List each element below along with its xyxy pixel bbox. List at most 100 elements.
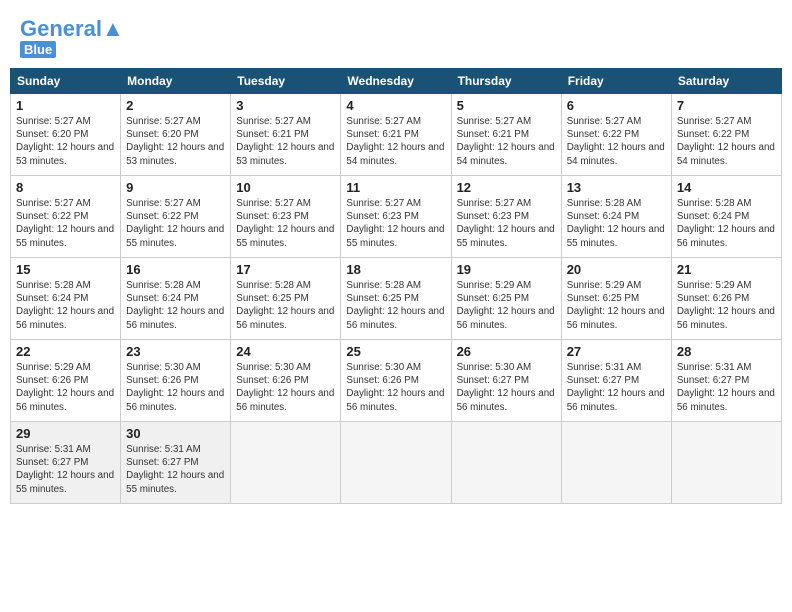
day-number: 27 [567, 344, 666, 359]
logo-blue: Blue [20, 41, 56, 58]
day-info: Sunrise: 5:27 AM Sunset: 6:20 PM Dayligh… [126, 115, 225, 168]
day-info: Sunrise: 5:31 AM Sunset: 6:27 PM Dayligh… [16, 443, 115, 496]
day-number: 2 [126, 98, 225, 113]
weekday-header-row: Sunday Monday Tuesday Wednesday Thursday… [11, 69, 782, 94]
day-cell-15: 15 Sunrise: 5:28 AM Sunset: 6:24 PM Dayl… [11, 258, 121, 340]
day-number: 23 [126, 344, 225, 359]
empty-cell [561, 422, 671, 504]
day-cell-5: 5 Sunrise: 5:27 AM Sunset: 6:21 PM Dayli… [451, 94, 561, 176]
day-number: 6 [567, 98, 666, 113]
day-number: 8 [16, 180, 115, 195]
day-number: 26 [457, 344, 556, 359]
day-cell-20: 20 Sunrise: 5:29 AM Sunset: 6:25 PM Dayl… [561, 258, 671, 340]
day-info: Sunrise: 5:27 AM Sunset: 6:21 PM Dayligh… [346, 115, 445, 168]
day-number: 11 [346, 180, 445, 195]
day-info: Sunrise: 5:30 AM Sunset: 6:26 PM Dayligh… [346, 361, 445, 414]
day-info: Sunrise: 5:27 AM Sunset: 6:22 PM Dayligh… [677, 115, 776, 168]
day-cell-8: 8 Sunrise: 5:27 AM Sunset: 6:22 PM Dayli… [11, 176, 121, 258]
day-info: Sunrise: 5:28 AM Sunset: 6:25 PM Dayligh… [236, 279, 335, 332]
day-info: Sunrise: 5:30 AM Sunset: 6:27 PM Dayligh… [457, 361, 556, 414]
day-info: Sunrise: 5:27 AM Sunset: 6:22 PM Dayligh… [16, 197, 115, 250]
empty-cell [671, 422, 781, 504]
header-saturday: Saturday [671, 69, 781, 94]
day-cell-19: 19 Sunrise: 5:29 AM Sunset: 6:25 PM Dayl… [451, 258, 561, 340]
logo-general: General [20, 16, 102, 41]
day-cell-4: 4 Sunrise: 5:27 AM Sunset: 6:21 PM Dayli… [341, 94, 451, 176]
day-cell-24: 24 Sunrise: 5:30 AM Sunset: 6:26 PM Dayl… [231, 340, 341, 422]
day-info: Sunrise: 5:30 AM Sunset: 6:26 PM Dayligh… [126, 361, 225, 414]
day-number: 20 [567, 262, 666, 277]
week-row-4: 22 Sunrise: 5:29 AM Sunset: 6:26 PM Dayl… [11, 340, 782, 422]
day-number: 4 [346, 98, 445, 113]
day-info: Sunrise: 5:27 AM Sunset: 6:22 PM Dayligh… [567, 115, 666, 168]
day-cell-23: 23 Sunrise: 5:30 AM Sunset: 6:26 PM Dayl… [121, 340, 231, 422]
empty-cell [451, 422, 561, 504]
header-wednesday: Wednesday [341, 69, 451, 94]
page-header: General▲ Blue [10, 10, 782, 62]
day-cell-22: 22 Sunrise: 5:29 AM Sunset: 6:26 PM Dayl… [11, 340, 121, 422]
day-cell-30: 30 Sunrise: 5:31 AM Sunset: 6:27 PM Dayl… [121, 422, 231, 504]
day-cell-3: 3 Sunrise: 5:27 AM Sunset: 6:21 PM Dayli… [231, 94, 341, 176]
day-number: 21 [677, 262, 776, 277]
day-info: Sunrise: 5:28 AM Sunset: 6:24 PM Dayligh… [16, 279, 115, 332]
header-monday: Monday [121, 69, 231, 94]
day-info: Sunrise: 5:29 AM Sunset: 6:25 PM Dayligh… [457, 279, 556, 332]
header-thursday: Thursday [451, 69, 561, 94]
day-number: 30 [126, 426, 225, 441]
day-number: 13 [567, 180, 666, 195]
day-info: Sunrise: 5:27 AM Sunset: 6:21 PM Dayligh… [457, 115, 556, 168]
day-cell-26: 26 Sunrise: 5:30 AM Sunset: 6:27 PM Dayl… [451, 340, 561, 422]
day-number: 19 [457, 262, 556, 277]
header-tuesday: Tuesday [231, 69, 341, 94]
day-info: Sunrise: 5:27 AM Sunset: 6:21 PM Dayligh… [236, 115, 335, 168]
day-number: 24 [236, 344, 335, 359]
day-info: Sunrise: 5:31 AM Sunset: 6:27 PM Dayligh… [126, 443, 225, 496]
day-info: Sunrise: 5:28 AM Sunset: 6:24 PM Dayligh… [126, 279, 225, 332]
day-info: Sunrise: 5:28 AM Sunset: 6:24 PM Dayligh… [567, 197, 666, 250]
day-cell-27: 27 Sunrise: 5:31 AM Sunset: 6:27 PM Dayl… [561, 340, 671, 422]
day-number: 16 [126, 262, 225, 277]
header-sunday: Sunday [11, 69, 121, 94]
day-cell-13: 13 Sunrise: 5:28 AM Sunset: 6:24 PM Dayl… [561, 176, 671, 258]
day-number: 5 [457, 98, 556, 113]
day-info: Sunrise: 5:31 AM Sunset: 6:27 PM Dayligh… [677, 361, 776, 414]
day-cell-16: 16 Sunrise: 5:28 AM Sunset: 6:24 PM Dayl… [121, 258, 231, 340]
day-number: 22 [16, 344, 115, 359]
day-number: 25 [346, 344, 445, 359]
day-cell-18: 18 Sunrise: 5:28 AM Sunset: 6:25 PM Dayl… [341, 258, 451, 340]
day-number: 10 [236, 180, 335, 195]
day-cell-25: 25 Sunrise: 5:30 AM Sunset: 6:26 PM Dayl… [341, 340, 451, 422]
logo-flag: ▲ [102, 16, 124, 41]
day-cell-6: 6 Sunrise: 5:27 AM Sunset: 6:22 PM Dayli… [561, 94, 671, 176]
day-info: Sunrise: 5:30 AM Sunset: 6:26 PM Dayligh… [236, 361, 335, 414]
day-cell-21: 21 Sunrise: 5:29 AM Sunset: 6:26 PM Dayl… [671, 258, 781, 340]
day-cell-9: 9 Sunrise: 5:27 AM Sunset: 6:22 PM Dayli… [121, 176, 231, 258]
day-number: 28 [677, 344, 776, 359]
week-row-3: 15 Sunrise: 5:28 AM Sunset: 6:24 PM Dayl… [11, 258, 782, 340]
day-cell-12: 12 Sunrise: 5:27 AM Sunset: 6:23 PM Dayl… [451, 176, 561, 258]
day-number: 1 [16, 98, 115, 113]
day-info: Sunrise: 5:29 AM Sunset: 6:25 PM Dayligh… [567, 279, 666, 332]
empty-cell [231, 422, 341, 504]
calendar-table: Sunday Monday Tuesday Wednesday Thursday… [10, 68, 782, 504]
day-number: 7 [677, 98, 776, 113]
day-number: 18 [346, 262, 445, 277]
day-cell-7: 7 Sunrise: 5:27 AM Sunset: 6:22 PM Dayli… [671, 94, 781, 176]
day-info: Sunrise: 5:29 AM Sunset: 6:26 PM Dayligh… [677, 279, 776, 332]
day-cell-2: 2 Sunrise: 5:27 AM Sunset: 6:20 PM Dayli… [121, 94, 231, 176]
day-info: Sunrise: 5:28 AM Sunset: 6:25 PM Dayligh… [346, 279, 445, 332]
day-info: Sunrise: 5:27 AM Sunset: 6:23 PM Dayligh… [457, 197, 556, 250]
day-info: Sunrise: 5:28 AM Sunset: 6:24 PM Dayligh… [677, 197, 776, 250]
week-row-1: 1 Sunrise: 5:27 AM Sunset: 6:20 PM Dayli… [11, 94, 782, 176]
day-info: Sunrise: 5:27 AM Sunset: 6:22 PM Dayligh… [126, 197, 225, 250]
day-number: 12 [457, 180, 556, 195]
day-cell-29: 29 Sunrise: 5:31 AM Sunset: 6:27 PM Dayl… [11, 422, 121, 504]
empty-cell [341, 422, 451, 504]
day-info: Sunrise: 5:31 AM Sunset: 6:27 PM Dayligh… [567, 361, 666, 414]
day-cell-10: 10 Sunrise: 5:27 AM Sunset: 6:23 PM Dayl… [231, 176, 341, 258]
day-info: Sunrise: 5:27 AM Sunset: 6:20 PM Dayligh… [16, 115, 115, 168]
day-cell-11: 11 Sunrise: 5:27 AM Sunset: 6:23 PM Dayl… [341, 176, 451, 258]
day-info: Sunrise: 5:29 AM Sunset: 6:26 PM Dayligh… [16, 361, 115, 414]
header-friday: Friday [561, 69, 671, 94]
logo: General▲ Blue [20, 18, 124, 58]
